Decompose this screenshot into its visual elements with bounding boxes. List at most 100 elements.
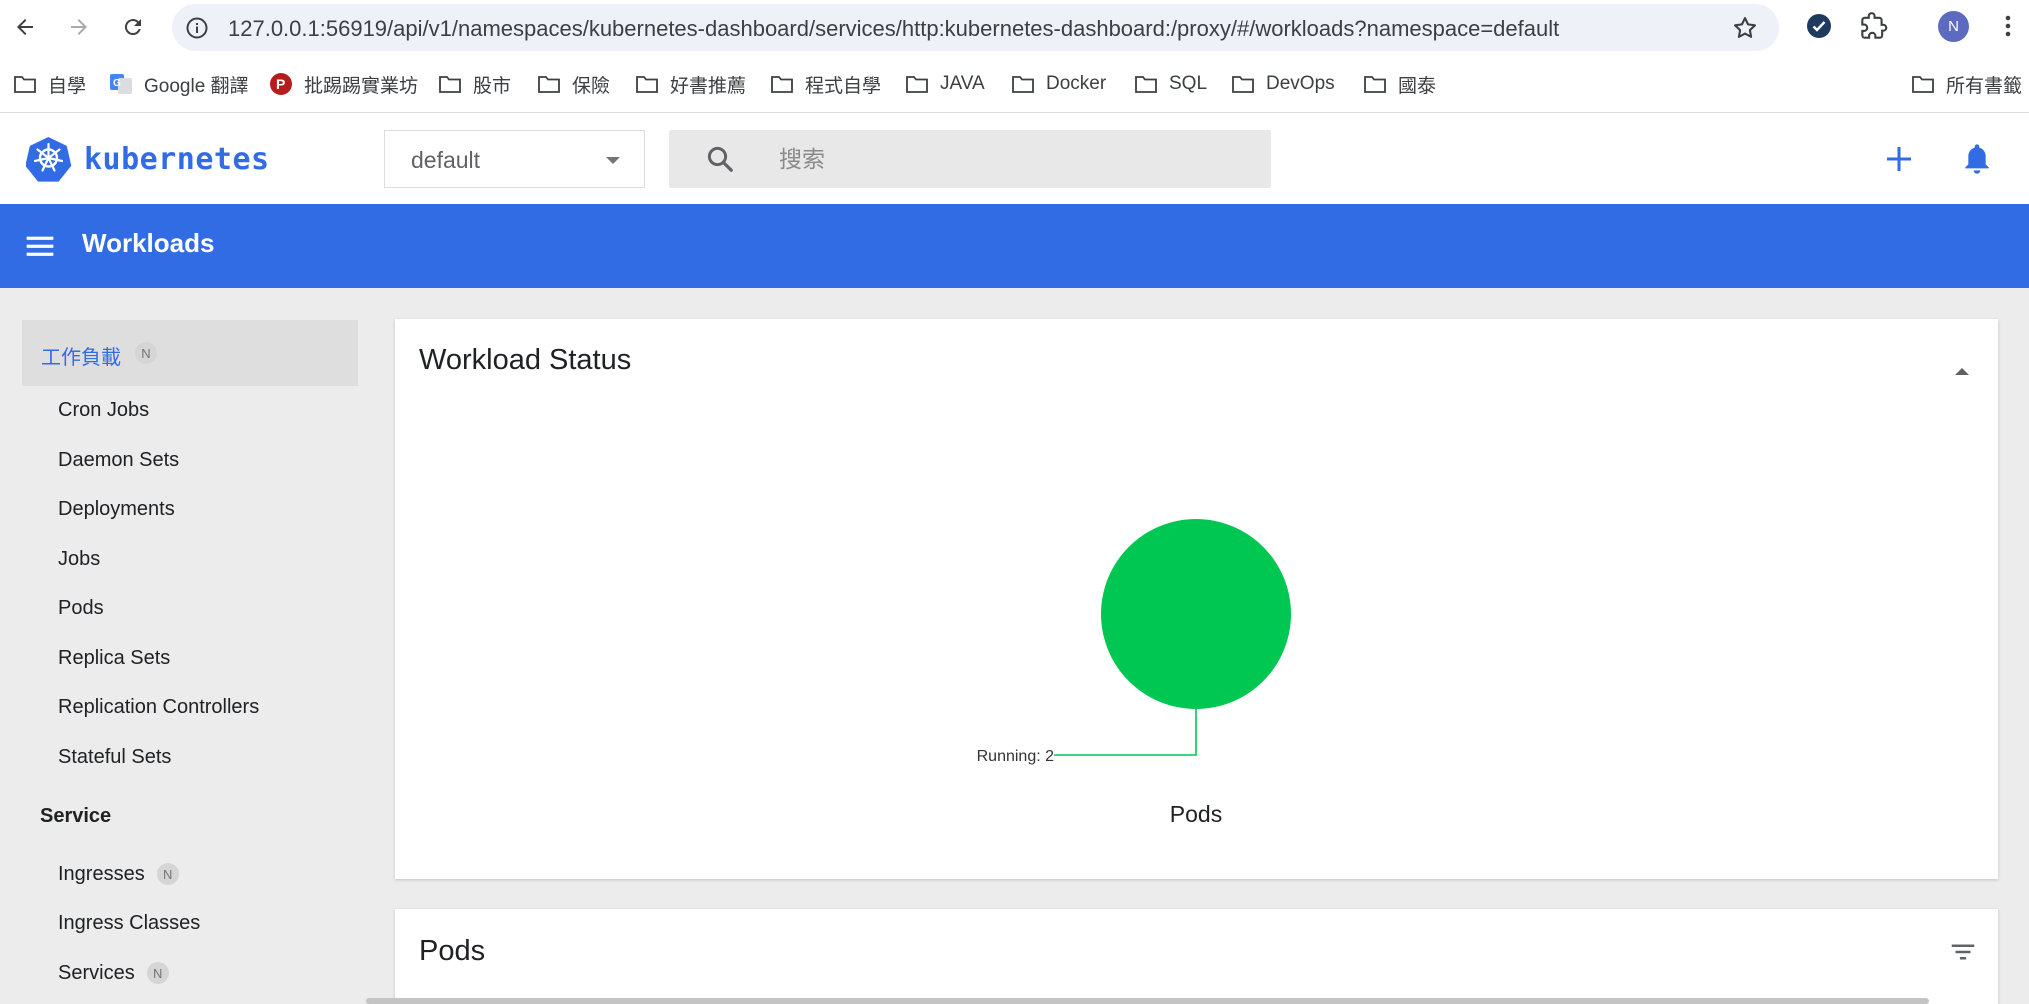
pie-slice-running[interactable] — [1101, 519, 1291, 709]
back-button[interactable] — [6, 8, 44, 46]
namespace-value: default — [411, 147, 481, 173]
site-info-icon[interactable] — [184, 15, 210, 41]
bookmark-item[interactable]: G Google 翻譯 — [108, 69, 249, 99]
create-resource-button[interactable] — [1881, 141, 1917, 177]
sidebar-item-cron-jobs[interactable]: Cron Jobs — [58, 395, 149, 425]
folder-icon — [769, 73, 795, 95]
bookmark-label: 保險 — [572, 75, 611, 97]
bookmark-item[interactable]: 國泰 — [1362, 69, 1436, 99]
pods-status-chart: Running: 2 Pods — [977, 519, 1291, 827]
bookmark-item[interactable]: 保險 — [536, 69, 610, 99]
namespaced-badge: N — [135, 342, 157, 364]
sidebar-item-replication-controllers[interactable]: Replication Controllers — [58, 692, 259, 722]
bookmark-label: 批踢踢實業坊 — [304, 75, 419, 97]
bookmark-item[interactable]: DevOps — [1230, 69, 1335, 99]
bookmark-item[interactable]: P 批踢踢實業坊 — [268, 69, 418, 99]
logo-text: kubernetes — [84, 141, 270, 177]
arrow-right-icon — [71, 19, 87, 35]
sidebar-item-label: Services — [58, 961, 135, 984]
all-bookmarks-button[interactable]: 所有書籤 — [1910, 69, 2022, 99]
bookmark-label: Google 翻譯 — [144, 75, 249, 97]
dashboard-header: kubernetes default — [0, 113, 2029, 204]
bookmark-item[interactable]: Docker — [1010, 69, 1106, 99]
bookmark-item[interactable]: 自學 — [12, 69, 86, 99]
sidebar-item-label: Jobs — [58, 547, 101, 570]
sidebar-item-label: Deployments — [58, 497, 175, 520]
sidebar-section-service[interactable]: Service — [40, 805, 111, 828]
reload-button[interactable] — [114, 8, 152, 46]
folder-icon — [1230, 73, 1256, 95]
forward-button[interactable] — [60, 8, 98, 46]
page-toolbar: Workloads — [0, 204, 2029, 288]
card-title: Pods — [419, 935, 486, 967]
folder-icon — [536, 73, 562, 95]
extension-check-icon[interactable] — [1803, 10, 1835, 42]
slice-data-label: Running: 2 — [977, 748, 1054, 765]
chart-title: Pods — [1170, 801, 1222, 827]
arrow-left-icon — [17, 19, 33, 35]
google-translate-icon: G — [108, 73, 134, 95]
bookmark-label: 程式自學 — [805, 75, 882, 97]
sidebar-item-label: Cron Jobs — [58, 398, 150, 421]
bookmark-label: Docker — [1046, 73, 1107, 94]
sidebar-item-jobs[interactable]: Jobs — [58, 544, 100, 574]
bookmark-item[interactable]: 程式自學 — [769, 69, 881, 99]
search-input[interactable] — [779, 142, 1249, 176]
svg-text:P: P — [276, 76, 285, 92]
folder-icon — [12, 73, 38, 95]
bookmark-item[interactable]: 股市 — [437, 69, 511, 99]
sidebar-item-ingress-classes[interactable]: Ingress Classes — [58, 908, 200, 938]
folder-icon — [634, 73, 660, 95]
bookmark-label: 好書推薦 — [670, 75, 747, 97]
url-text[interactable]: 127.0.0.1:56919/api/v1/namespaces/kubern… — [228, 16, 1559, 42]
sidebar-item-label: Ingresses — [58, 862, 145, 885]
sidebar-item-daemon-sets[interactable]: Daemon Sets — [58, 445, 179, 475]
sidebar-item-label: Replication Controllers — [58, 695, 260, 718]
svg-text:G: G — [113, 78, 121, 89]
folder-icon — [1010, 73, 1036, 95]
horizontal-scrollbar[interactable] — [366, 998, 1929, 1004]
bookmark-item[interactable]: 好書推薦 — [634, 69, 746, 99]
sidebar-nav: 工作負載 N Cron Jobs Daemon Sets Deployments… — [0, 288, 380, 1004]
folder-icon — [437, 73, 463, 95]
sidebar-item-label: Ingress Classes — [58, 911, 201, 934]
bookmark-label: 股市 — [473, 75, 512, 97]
sidebar-item-replica-sets[interactable]: Replica Sets — [58, 643, 170, 673]
sidebar-item-workloads[interactable]: 工作負載 N — [22, 320, 358, 386]
profile-avatar[interactable]: N — [1938, 11, 1969, 42]
sidebar-item-stateful-sets[interactable]: Stateful Sets — [58, 742, 171, 772]
notifications-bell-icon[interactable] — [1961, 141, 1993, 177]
kubernetes-helm-icon — [26, 136, 72, 182]
search-bar[interactable] — [669, 130, 1271, 188]
browser-menu-icon[interactable] — [1996, 10, 2020, 42]
folder-icon — [1362, 73, 1388, 95]
ptt-icon: P — [268, 73, 294, 95]
bookmark-item[interactable]: JAVA — [904, 69, 985, 99]
bookmarks-bar: 自學 G Google 翻譯 P 批踢踢實業坊 股市 保險 好書推薦 程式自學 … — [0, 53, 2029, 113]
bookmark-label: 國泰 — [1398, 75, 1437, 97]
folder-icon — [904, 73, 930, 95]
sidebar-item-deployments[interactable]: Deployments — [58, 494, 175, 524]
sidebar-item-label: Pods — [58, 596, 104, 619]
sidebar-item-services[interactable]: Services N — [58, 958, 169, 988]
namespaced-badge: N — [146, 962, 169, 984]
workload-status-card: Workload Status Running: 2 Pods — [395, 319, 1998, 879]
bookmark-label: DevOps — [1266, 73, 1335, 94]
dropdown-arrow-icon — [606, 157, 620, 164]
sidebar-item-pods[interactable]: Pods — [58, 593, 104, 623]
namespace-selector[interactable]: default — [384, 130, 645, 188]
filter-list-icon[interactable] — [1946, 937, 1980, 967]
sidebar-item-ingresses[interactable]: Ingresses N — [58, 859, 179, 889]
address-bar[interactable]: 127.0.0.1:56919/api/v1/namespaces/kubern… — [172, 4, 1779, 51]
bookmark-item[interactable]: SQL — [1133, 69, 1207, 99]
hamburger-menu-icon[interactable] — [24, 230, 56, 262]
bookmark-label: SQL — [1169, 73, 1208, 94]
reload-icon — [124, 19, 141, 36]
folder-icon — [1133, 73, 1159, 95]
extensions-puzzle-icon[interactable] — [1858, 10, 1890, 42]
kubernetes-logo[interactable]: kubernetes — [26, 136, 270, 182]
page-title: Workloads — [82, 228, 215, 258]
bookmark-star-icon[interactable] — [1731, 14, 1759, 42]
bookmark-label: JAVA — [940, 73, 985, 94]
search-icon — [707, 146, 733, 172]
